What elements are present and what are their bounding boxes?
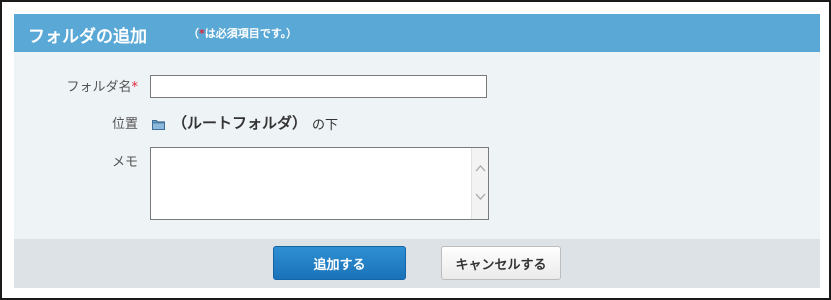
folder-name-label-text: フォルダ名: [66, 80, 132, 95]
dialog-title: フォルダの追加: [28, 27, 147, 47]
required-note-open: （: [188, 27, 199, 40]
chevron-up-icon[interactable]: [475, 164, 486, 173]
folder-name-input[interactable]: [150, 75, 487, 98]
folder-name-required-mark: *: [131, 80, 139, 95]
memo-label: メモ: [111, 155, 138, 170]
cancel-button[interactable]: キャンセルする: [441, 246, 561, 280]
window-frame: フォルダの追加 （*は必須項目です。） フォルダ名* 位置 （ルートフォルダ） …: [0, 0, 831, 300]
memo-field: [150, 147, 489, 220]
dialog-footer: 追加する キャンセルする: [14, 239, 820, 288]
required-note: （*は必須項目です。）: [188, 25, 297, 41]
chevron-down-icon[interactable]: [475, 192, 486, 201]
location-folder-name: （ルートフォルダ）: [172, 114, 308, 132]
folder-icon: [152, 120, 165, 130]
required-note-text: は必須項目です。）: [204, 27, 298, 40]
location-label: 位置: [111, 117, 138, 132]
add-folder-dialog: フォルダの追加 （*は必須項目です。） フォルダ名* 位置 （ルートフォルダ） …: [14, 14, 820, 288]
memo-textarea[interactable]: [151, 148, 471, 219]
memo-scrollbar[interactable]: [471, 148, 488, 219]
add-button[interactable]: 追加する: [273, 246, 406, 280]
folder-name-label: フォルダ名*: [14, 76, 138, 95]
location-suffix: の下: [312, 118, 339, 133]
dialog-header: フォルダの追加 （*は必須項目です。）: [14, 14, 820, 52]
